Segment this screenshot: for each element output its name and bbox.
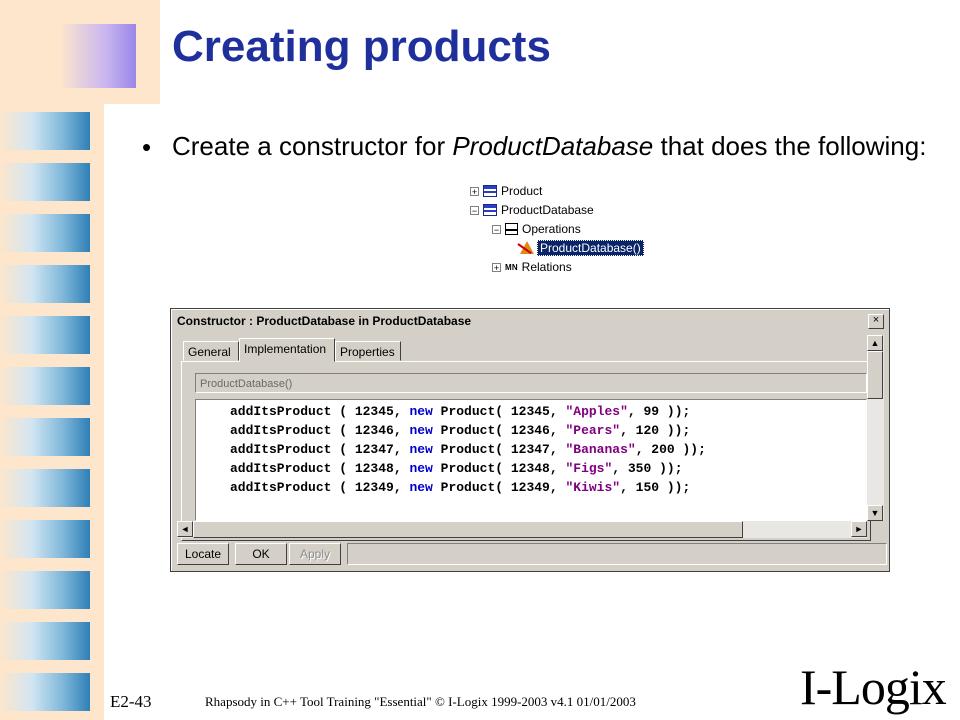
locate-button[interactable]: Locate [177,543,229,565]
tree-item-label: Operations [522,222,581,236]
code-ctor: Product( 12346, [432,423,566,438]
tab-general[interactable]: General [183,341,239,361]
class-icon [483,185,497,197]
scroll-down-icon[interactable]: ▼ [867,505,883,521]
tab-properties[interactable]: Properties [335,341,401,361]
code-string: "Kiwis" [565,480,621,495]
top-decorative-square [60,24,136,88]
tree-item-product-database[interactable]: − ProductDatabase [470,201,594,219]
slide-number: E2-43 [110,692,152,711]
ok-button[interactable]: OK [235,543,287,565]
constructor-icon [518,241,534,255]
tree-item-product[interactable]: + Product [470,182,542,200]
strip-block [0,265,90,303]
code-line: addItsProduct ( 12347, new Product( 1234… [230,442,706,457]
operations-icon [505,223,518,235]
code-line: addItsProduct ( 12345, new Product( 1234… [230,404,690,419]
code-call: addItsProduct ( 12349, [230,480,410,495]
vertical-scrollbar[interactable]: ▲ ▼ [867,335,884,521]
code-string: "Figs" [565,461,613,476]
slide-title: Creating products [172,22,551,71]
tree-item-relations[interactable]: + M N Relations [492,258,572,276]
scroll-thumb[interactable] [867,351,883,399]
code-keyword: new [409,442,433,457]
left-decorative-strip [0,0,104,720]
code-ctor: Product( 12349, [432,480,566,495]
code-ctor: Product( 12347, [432,442,566,457]
tree-item-operations[interactable]: − Operations [492,220,581,238]
collapse-icon[interactable]: − [470,205,479,215]
tree-item-constructor[interactable]: ProductDatabase() [518,239,644,257]
code-tail: , 350 )); [612,461,683,476]
scroll-thumb[interactable] [193,521,743,538]
code-line: addItsProduct ( 12349, new Product( 1234… [230,480,690,495]
strip-block [0,622,90,660]
code-editor[interactable]: addItsProduct ( 12345, new Product( 1234… [195,399,867,521]
signature-field: ProductDatabase() [195,373,867,393]
horizontal-scrollbar[interactable]: ◄ ► [177,521,867,538]
code-tail: , 120 )); [620,423,691,438]
scroll-up-icon[interactable]: ▲ [867,335,883,351]
code-string: "Bananas" [565,442,636,457]
code-line: addItsProduct ( 12348, new Product( 1234… [230,461,683,476]
strip-block [0,418,90,456]
code-tail: , 150 )); [620,480,691,495]
bullet-text-pre: Create a constructor for [172,131,453,161]
bullet-text-class: ProductDatabase [452,131,654,161]
bullet-text-post: that does the following: [653,131,927,161]
model-browser-tree: + Product − ProductDatabase − Operations… [470,180,680,280]
close-icon[interactable]: × [868,314,884,329]
apply-button[interactable]: Apply [289,543,341,565]
tab-implementation[interactable]: Implementation [239,338,335,362]
tree-item-label: ProductDatabase [501,203,594,217]
constructor-dialog: Constructor : ProductDatabase in Product… [170,308,890,572]
code-string: "Pears" [565,423,621,438]
strip-block [0,163,90,201]
code-call: addItsProduct ( 12345, [230,404,410,419]
strip-block [0,673,90,711]
ilogix-logo: I-Logix [800,659,947,715]
footer-text: Rhapsody in C++ Tool Training "Essential… [205,694,636,709]
tree-item-label: ProductDatabase() [537,240,644,256]
tree-item-label: Relations [521,260,572,274]
code-line: addItsProduct ( 12346, new Product( 1234… [230,423,690,438]
class-icon [483,204,497,216]
code-ctor: Product( 12348, [432,461,566,476]
expand-icon[interactable]: + [492,262,501,272]
code-call: addItsProduct ( 12346, [230,423,410,438]
code-keyword: new [409,480,433,495]
strip-block [0,112,90,150]
dialog-title: Constructor : ProductDatabase in Product… [177,314,472,328]
collapse-icon[interactable]: − [492,224,501,234]
bullet-text: Create a constructor for ProductDatabase… [172,128,932,164]
code-keyword: new [409,423,433,438]
code-call: addItsProduct ( 12347, [230,442,410,457]
code-tail: , 99 )); [627,404,691,419]
tree-item-label: Product [501,184,543,198]
code-call: addItsProduct ( 12348, [230,461,410,476]
code-tail: , 200 )); [635,442,706,457]
strip-block [0,520,90,558]
scroll-right-icon[interactable]: ► [851,521,867,537]
dialog-status-area [347,543,887,565]
scroll-left-icon[interactable]: ◄ [177,521,193,537]
code-string: "Apples" [565,404,628,419]
strip-block [0,469,90,507]
bullet-marker: • [142,132,152,162]
code-keyword: new [409,404,433,419]
strip-block [0,571,90,609]
strip-block [0,214,90,252]
relations-icon: M N [505,262,518,272]
expand-icon[interactable]: + [470,186,479,196]
strip-block [0,367,90,405]
code-ctor: Product( 12345, [432,404,566,419]
code-keyword: new [409,461,433,476]
strip-block [0,316,90,354]
dialog-titlebar[interactable]: Constructor : ProductDatabase in Product… [174,312,886,330]
